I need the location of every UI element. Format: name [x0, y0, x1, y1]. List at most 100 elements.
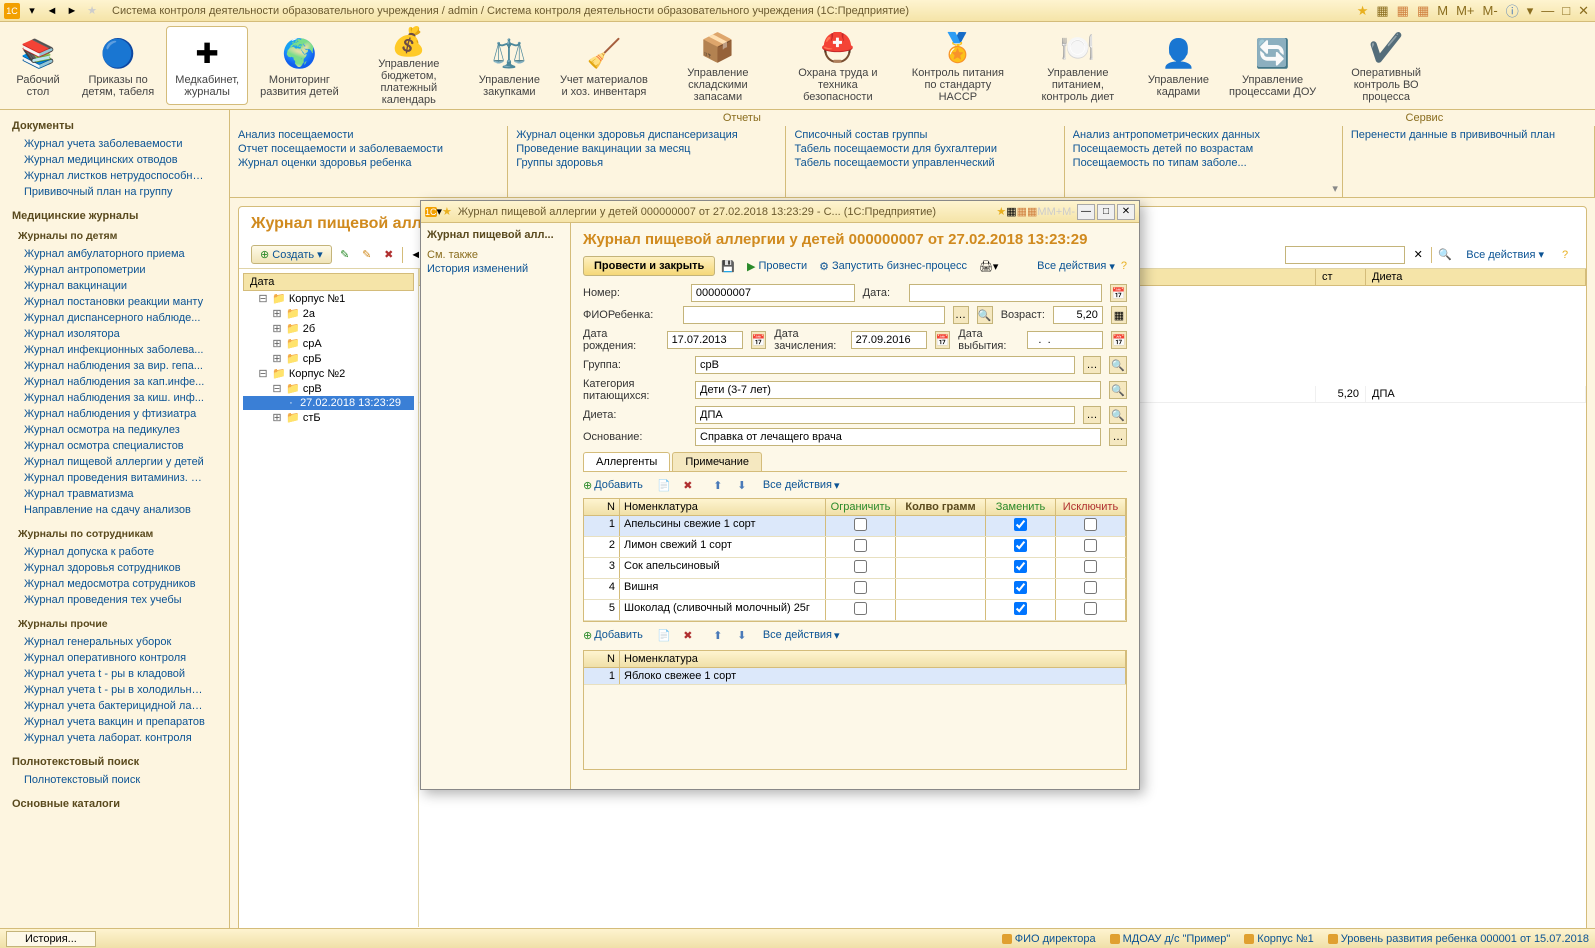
replace-checkbox[interactable] [1014, 518, 1027, 531]
number-field[interactable] [691, 284, 855, 302]
nav-item[interactable]: Журнал изолятора [0, 326, 229, 342]
nav-item[interactable]: Журнал оперативного контроля [0, 650, 229, 666]
group-select-icon[interactable]: … [1083, 356, 1101, 374]
modal-all-actions[interactable]: Все действия ▾ [1037, 260, 1115, 273]
tree-item[interactable]: ⊞ 📁 срА [243, 336, 414, 351]
nav-item[interactable]: Журнал диспансерного наблюде... [0, 310, 229, 326]
nav-item[interactable]: Журнал травматизма [0, 486, 229, 502]
star-icon[interactable]: ★ [1355, 3, 1371, 19]
section-button-12[interactable]: 🔄Управлениепроцессами ДОУ [1221, 26, 1324, 105]
grid1-up-icon[interactable]: ⬆ [709, 476, 727, 494]
nav-item[interactable]: Журнал проведения тех учебы [0, 592, 229, 608]
limit-checkbox[interactable] [854, 581, 867, 594]
status-item[interactable]: Корпус №1 [1244, 933, 1313, 945]
grid1-down-icon[interactable]: ⬇ [733, 476, 751, 494]
section-button-2[interactable]: ✚Медкабинет,журналы [166, 26, 248, 105]
basis-select-icon[interactable]: … [1109, 428, 1127, 446]
nav-item[interactable]: Журнал наблюдения за киш. инф... [0, 390, 229, 406]
basis-field[interactable] [695, 428, 1101, 446]
limit-checkbox[interactable] [854, 518, 867, 531]
diet-select-icon[interactable]: … [1083, 406, 1101, 424]
report-link[interactable]: Списочный состав группы [794, 128, 1055, 142]
exclude-checkbox[interactable] [1084, 518, 1097, 531]
maximize-icon[interactable]: □ [1560, 3, 1572, 18]
replace-checkbox[interactable] [1014, 560, 1027, 573]
status-item[interactable]: МДОАУ д/с "Пример" [1110, 933, 1231, 945]
age-calc-icon[interactable]: ▦ [1111, 306, 1127, 324]
child-field[interactable] [683, 306, 945, 324]
search-icon[interactable]: 🔍 [1436, 246, 1454, 264]
grid-row[interactable]: 1Яблоко свежее 1 сорт [584, 668, 1126, 685]
child-search-icon[interactable]: 🔍 [977, 306, 993, 324]
section-button-3[interactable]: 🌍Мониторингразвития детей [252, 26, 347, 105]
grid2-down-icon[interactable]: ⬇ [733, 626, 751, 644]
age-field[interactable] [1053, 306, 1103, 324]
calc-icon[interactable]: ▦ [1415, 3, 1431, 19]
nav-item[interactable]: Направление на сдачу анализов [0, 502, 229, 518]
section-button-7[interactable]: 📦Управлениескладскими запасами [660, 26, 776, 105]
minimize-icon[interactable]: — [1539, 3, 1556, 18]
leave-field[interactable] [1027, 331, 1103, 349]
tree-item-stb[interactable]: ⊞ 📁 стБ [243, 410, 414, 425]
exclude-checkbox[interactable] [1084, 539, 1097, 552]
leave-picker-icon[interactable]: 📅 [1111, 331, 1127, 349]
report-link[interactable]: Журнал оценки здоровья ребенка [238, 156, 499, 170]
group-field[interactable] [695, 356, 1075, 374]
grid-row[interactable]: 4Вишня [584, 579, 1126, 600]
section-button-4[interactable]: 💰Управление бюджетом,платежный календарь [351, 26, 467, 105]
nav-item[interactable]: Журнал генеральных уборок [0, 634, 229, 650]
report-link[interactable]: Посещаемость по типам заболе... [1073, 156, 1334, 170]
report-link[interactable]: Табель посещаемости для бухгалтерии [794, 142, 1055, 156]
grid1-delete-icon[interactable]: ✖ [679, 476, 697, 494]
section-button-1[interactable]: 🔵Приказы подетям, табеля [74, 26, 162, 105]
replace-checkbox[interactable] [1014, 539, 1027, 552]
dropdown-icon[interactable]: ▾ [24, 3, 40, 19]
report-link[interactable]: Журнал оценки здоровья диспансеризация [516, 128, 777, 142]
tree-item[interactable]: ⊞ 📁 2а [243, 306, 414, 321]
report-link[interactable]: Перенести данные в прививочный план [1351, 128, 1586, 142]
nav-item[interactable]: Журнал допуска к работе [0, 544, 229, 560]
cat-field[interactable] [695, 381, 1101, 399]
limit-checkbox[interactable] [854, 602, 867, 615]
reports-more-icon[interactable]: ▾ [1332, 182, 1338, 195]
nav-item[interactable]: Журнал медосмотра сотрудников [0, 576, 229, 592]
grid-icon[interactable]: ▦ [1374, 3, 1390, 19]
tab-allergens[interactable]: Аллергенты [583, 452, 670, 471]
help-icon[interactable]: ? [1556, 246, 1574, 264]
post-and-close-button[interactable]: Провести и закрыть [583, 256, 715, 276]
modal-help-icon[interactable]: ? [1121, 260, 1127, 272]
grid2-up-icon[interactable]: ⬆ [709, 626, 727, 644]
grid-row[interactable]: 3Сок апельсиновый [584, 558, 1126, 579]
nav-item[interactable]: Журнал наблюдения за кап.инфе... [0, 374, 229, 390]
report-link[interactable]: Проведение вакцинации за месяц [516, 142, 777, 156]
grid-row[interactable]: 1Апельсины свежие 1 сорт [584, 516, 1126, 537]
enroll-picker-icon[interactable]: 📅 [935, 331, 951, 349]
nav-item[interactable]: Журнал наблюдения за вир. гепа... [0, 358, 229, 374]
section-button-9[interactable]: 🏅Контроль питанияпо стандарту HACCP [900, 26, 1016, 105]
exclude-checkbox[interactable] [1084, 560, 1097, 573]
print-dropdown-icon[interactable]: 🖨▾ [979, 260, 999, 273]
child-select-icon[interactable]: … [953, 306, 969, 324]
history-button[interactable]: История... [6, 931, 96, 947]
birth-field[interactable] [667, 331, 743, 349]
tree-item[interactable]: ⊞ 📁 2б [243, 321, 414, 336]
nav-item[interactable]: Журнал здоровья сотрудников [0, 560, 229, 576]
exclude-checkbox[interactable] [1084, 602, 1097, 615]
diet-search-icon[interactable]: 🔍 [1109, 406, 1127, 424]
report-link[interactable]: Посещаемость детей по возрастам [1073, 142, 1334, 156]
date-picker-icon[interactable]: 📅 [1110, 284, 1127, 302]
m-button[interactable]: M [1435, 3, 1450, 18]
nav-item[interactable]: Журнал осмотра специалистов [0, 438, 229, 454]
edit-pencil-icon[interactable]: ✎ [336, 246, 354, 264]
date-field[interactable] [909, 284, 1102, 302]
modal-maximize-icon[interactable]: □ [1097, 204, 1115, 220]
nav-fwd-icon[interactable]: ► [64, 3, 80, 19]
report-link[interactable]: Группы здоровья [516, 156, 777, 170]
calendar-icon[interactable]: ▦ [1395, 3, 1411, 19]
grid-row[interactable]: 2Лимон свежий 1 сорт [584, 537, 1126, 558]
search-input[interactable] [1285, 246, 1405, 264]
nav-item[interactable]: Журнал учета заболеваемости [0, 136, 229, 152]
section-button-6[interactable]: 🧹Учет материалови хоз. инвентаря [552, 26, 656, 105]
nav-item[interactable]: Журнал антропометрии [0, 262, 229, 278]
nav-item[interactable]: Журнал проведения витаминиз. б... [0, 470, 229, 486]
